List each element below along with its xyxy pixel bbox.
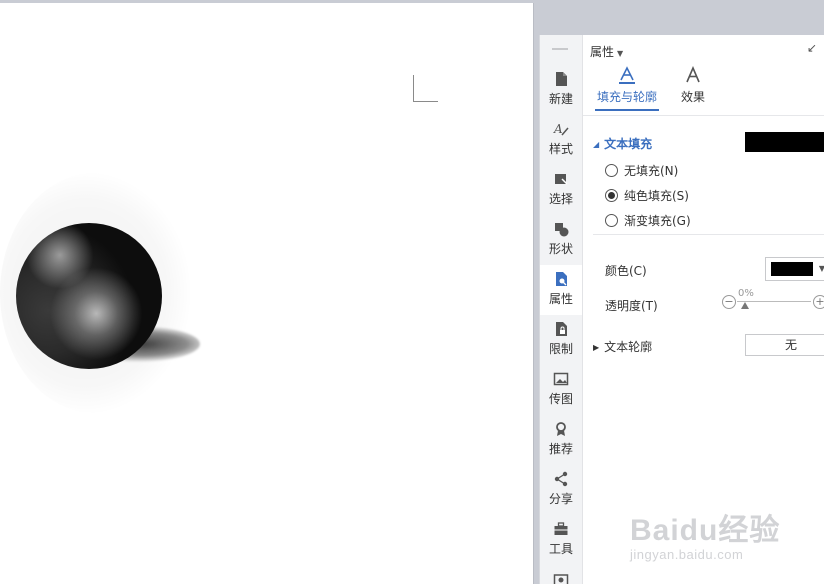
recommend-icon	[556, 422, 566, 436]
radio-no-fill[interactable]: 无填充(N)	[605, 162, 678, 180]
nav-item-label: 限制	[548, 342, 573, 356]
panel-header[interactable]: 属性 ▼	[590, 43, 623, 60]
drag-grip-icon[interactable]	[552, 48, 568, 50]
nav-item-shape[interactable]: 形状	[540, 215, 582, 265]
text-fill-tab-icon	[619, 66, 635, 84]
tab-fill-and-outline[interactable]: 填充与轮廓	[595, 66, 659, 105]
opacity-label: 透明度(T)	[605, 299, 658, 313]
tab-label: 效果	[680, 90, 705, 104]
radio-circle[interactable]	[605, 214, 618, 227]
upload-image-icon	[553, 372, 569, 386]
nav-item-label: 分享	[548, 492, 573, 506]
text-outline-section[interactable]: ▶ 文本轮廓	[593, 338, 652, 355]
text-fill-color-swatch[interactable]	[745, 132, 824, 152]
text-effect-tab-icon	[686, 66, 700, 83]
side-icon-bar: 新建 A 样式 选择 形状 属性 限制 传图 推荐 分享 工具	[540, 35, 583, 584]
page-margin-corner-mark	[413, 75, 438, 102]
panel-title: 属性	[590, 45, 615, 59]
restrict-icon	[556, 322, 567, 336]
watermark-main: Baidu经验	[630, 514, 781, 547]
toolbox-icon	[554, 522, 568, 535]
tab-label: 填充与轮廓	[596, 90, 657, 104]
properties-content: 属性 ▼ ↙ 填充与轮廓 效果 ◢ 文本填充 无填充(N) 纯色填充(S) 渐变填充…	[583, 35, 824, 584]
new-doc-icon	[556, 72, 567, 86]
tab-effect[interactable]: 效果	[673, 66, 713, 105]
color-swatch	[771, 262, 813, 276]
document-canvas[interactable]	[0, 3, 534, 584]
collapsed-triangle-icon: ▶	[593, 343, 600, 352]
svg-text:A: A	[553, 122, 563, 136]
nav-item-label: 新建	[548, 92, 573, 106]
nav-item-share[interactable]: 分享	[540, 465, 582, 515]
select-icon	[555, 174, 568, 185]
color-picker-dropdown[interactable]: ▼	[765, 257, 824, 281]
nav-item-more[interactable]	[540, 565, 582, 584]
nav-item-toolbox[interactable]: 工具	[540, 515, 582, 565]
nav-item-upload-image[interactable]: 传图	[540, 365, 582, 415]
nav-item-select[interactable]: 选择	[540, 165, 582, 215]
nav-item-label: 传图	[548, 392, 573, 406]
color-label: 颜色(C)	[605, 264, 647, 278]
radio-label: 无填充(N)	[624, 164, 679, 178]
camera-icon	[553, 574, 569, 584]
nav-item-label: 形状	[548, 242, 573, 256]
radio-circle[interactable]	[605, 164, 618, 177]
dock-arrow-icon[interactable]: ↙	[807, 41, 817, 55]
opacity-value: 0%	[738, 288, 754, 299]
sphere-graphic[interactable]	[0, 163, 260, 423]
nav-item-label: 工具	[548, 542, 573, 556]
opacity-slider-thumb[interactable]	[741, 302, 749, 309]
radio-label: 渐变填充(G)	[624, 214, 691, 228]
nav-item-style[interactable]: A 样式	[540, 115, 582, 165]
active-tab-indicator	[595, 109, 659, 111]
opacity-decrease-button[interactable]: −	[722, 295, 736, 309]
radio-gradient-fill[interactable]: 渐变填充(G)	[605, 212, 691, 230]
nav-item-label: 样式	[548, 142, 573, 156]
shape-icon	[555, 223, 569, 237]
chevron-down-icon: ▼	[818, 264, 824, 273]
nav-item-properties[interactable]: 属性	[540, 265, 582, 315]
style-icon: A	[553, 122, 569, 136]
nav-item-label: 属性	[548, 292, 573, 306]
nav-item-label: 选择	[548, 192, 573, 206]
share-icon	[554, 471, 568, 487]
text-outline-value-box[interactable]: 无	[745, 334, 824, 356]
divider	[593, 234, 824, 235]
nav-item-new[interactable]: 新建	[540, 65, 582, 115]
opacity-increase-button[interactable]: +	[813, 295, 824, 309]
sphere[interactable]	[16, 223, 162, 369]
section-title: 文本轮廓	[604, 340, 653, 354]
nav-item-restrict[interactable]: 限制	[540, 315, 582, 365]
properties-panel: 新建 A 样式 选择 形状 属性 限制 传图 推荐 分享 工具 属性 ▼ ↙ 填…	[539, 35, 824, 584]
chevron-down-icon: ▼	[617, 49, 624, 58]
divider	[583, 115, 824, 116]
properties-icon	[556, 272, 567, 286]
watermark-sub: jingyan.baidu.com	[630, 547, 744, 562]
expanded-triangle-icon: ◢	[593, 140, 600, 149]
nav-item-recommend[interactable]: 推荐	[540, 415, 582, 465]
radio-circle-checked[interactable]	[605, 189, 618, 202]
radio-label: 纯色填充(S)	[624, 189, 689, 203]
nav-item-label: 推荐	[548, 442, 573, 456]
radio-solid-fill[interactable]: 纯色填充(S)	[605, 187, 689, 205]
section-title: 文本填充	[604, 137, 653, 151]
baidu-jingyan-watermark: Baidu经验 jingyan.baidu.com	[630, 505, 780, 562]
text-fill-section[interactable]: ◢ 文本填充	[593, 135, 652, 152]
